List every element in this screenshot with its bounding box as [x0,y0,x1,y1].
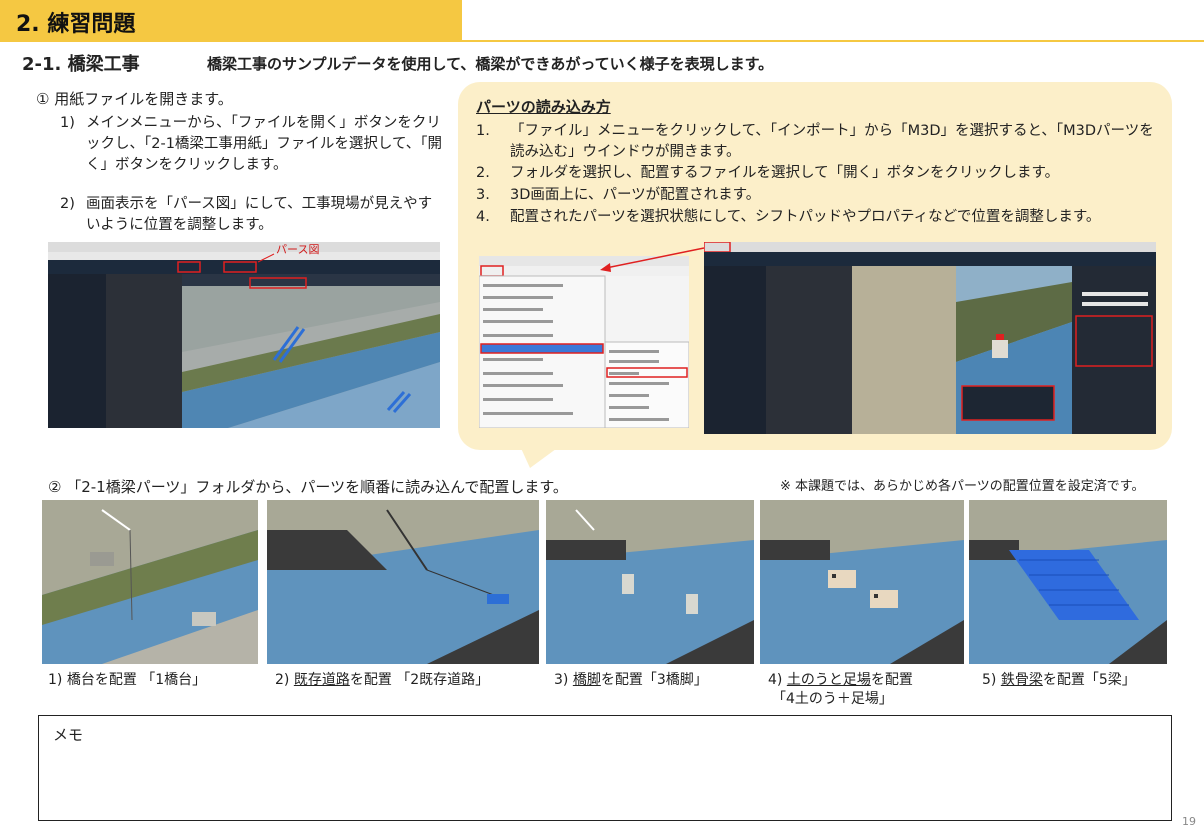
caption-4-post: を配置 [870,672,913,688]
callout-item-4-num: 4. [476,209,490,225]
step2-note: ※ 本課題では、あらかじめ各パーツの配置位置を設定済です。 [780,479,1145,494]
app-screenshot-import [704,242,1156,434]
caption-1-pre: 1) 橋台を配置 「1橋台」 [48,672,207,688]
caption-5: 5) 鉄骨梁を配置「5梁」 [982,671,1136,690]
page-title: 2. 練習問題 [16,12,136,37]
caption-3-post: を配置「3橋脚」 [600,672,708,688]
caption-4-pre: 4) [768,672,787,688]
caption-2-pre: 2) [275,672,294,688]
stage-3-thumbnail [546,500,754,664]
file-menu-screenshot [479,256,689,428]
caption-5-pre: 5) [982,672,1001,688]
stage-5-thumbnail [969,500,1167,664]
callout-item-1: 1. 「ファイル」メニューをクリックして、「インポート」から「M3D」を選択する… [476,121,1166,163]
memo-box[interactable]: メモ [38,715,1172,821]
caption-5-underline: 鉄骨梁 [1000,672,1043,688]
step1-item-1-text: メインメニューから、「ファイルを開く」ボタンをクリックし、「2-1橋梁工事用紙」… [86,115,443,173]
callout-item-2-text: フォルダを選択し、配置するファイルを選択して「開く」ボタンをクリックします。 [510,165,1060,181]
stage-2-thumbnail [267,500,539,664]
perspective-label: パース図 [276,243,319,256]
section-title: 2-1. 橋梁工事 [22,54,140,75]
caption-4-underline: 土のうと足場 [786,672,871,688]
app-screenshot-main: パース図 [48,242,440,428]
stage-1-thumbnail [42,500,258,664]
step1-item-2: 2) 画面表示を「パース図」にして、工事現場が見えやすいように位置を調整します。 [60,194,445,236]
caption-5-post: を配置「5梁」 [1042,672,1136,688]
callout-item-3-text: 3D画面上に、パーツが配置されます。 [510,187,761,203]
step1-label: ① 用紙ファイルを開きます。 [36,90,233,108]
step2-label: ② 「2-1橋梁パーツ」フォルダから、パーツを順番に読み込んで配置します。 [48,478,568,496]
step1-item-2-num: 2) [60,196,75,212]
callout-item-3: 3. 3D画面上に、パーツが配置されます。 [476,185,1166,206]
callout-title: パーツの読み込み方 [476,98,611,116]
memo-label: メモ [53,726,84,744]
caption-3: 3) 橋脚を配置「3橋脚」 [554,671,708,690]
caption-2-post: を配置 「2既存道路」 [349,672,490,688]
callout-item-4-text: 配置されたパーツを選択状態にして、シフトパッドやプロパティなどで位置を調整します… [510,209,1101,225]
caption-3-pre: 3) [554,672,573,688]
callout-tail [520,446,560,468]
callout-item-1-num: 1. [476,123,490,139]
callout-item-2: 2. フォルダを選択し、配置するファイルを選択して「開く」ボタンをクリックします… [476,163,1166,184]
caption-2: 2) 既存道路を配置 「2既存道路」 [275,671,489,690]
caption-4-line2: 「4土のう＋足場」 [772,691,893,707]
callout-item-2-num: 2. [476,165,490,181]
step1-item-1-num: 1) [60,115,75,131]
step1-item-1: 1) メインメニューから、「ファイルを開く」ボタンをクリックし、「2-1橋梁工事… [60,113,445,176]
section-description: 橋梁工事のサンプルデータを使用して、橋梁ができあがっていく様子を表現します。 [207,55,774,73]
step1-item-2-text: 画面表示を「パース図」にして、工事現場が見えやすいように位置を調整します。 [86,196,433,233]
page-number: 19 [1182,815,1196,828]
callout-item-1-text: 「ファイル」メニューをクリックして、「インポート」から「M3D」を選択すると、「… [510,123,1154,160]
caption-1: 1) 橋台を配置 「1橋台」 [48,671,206,690]
caption-3-underline: 橋脚 [572,672,601,688]
callout-arrow [600,247,705,272]
header-rule [0,40,1204,42]
caption-2-underline: 既存道路 [293,672,350,688]
stage-4-thumbnail [760,500,964,664]
caption-4: 4) 土のうと足場を配置 「4土のう＋足場」 [768,671,913,709]
callout-item-3-num: 3. [476,187,490,203]
callout-item-4: 4. 配置されたパーツを選択状態にして、シフトパッドやプロパティなどで位置を調整… [476,207,1166,228]
